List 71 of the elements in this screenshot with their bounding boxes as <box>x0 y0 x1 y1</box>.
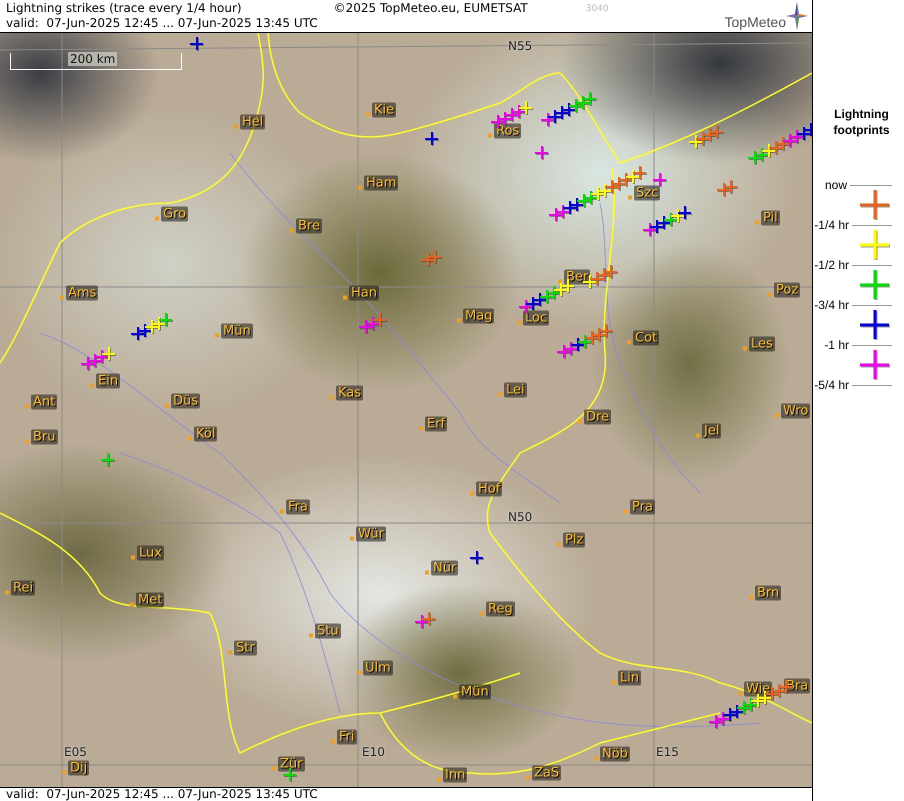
city-label: Bru <box>31 430 58 444</box>
compass-star-icon <box>786 2 808 30</box>
grid-label: E05 <box>64 745 87 759</box>
legend-tick-label: -1/2 hr <box>813 258 849 272</box>
legend-tick-label: now <box>824 178 847 192</box>
city-label: Lux <box>137 546 164 560</box>
city-label: Nür <box>431 560 458 576</box>
logo-text: TopMeteo <box>724 14 786 30</box>
city-label: Wür <box>356 526 386 542</box>
city-label: Hof <box>476 482 502 496</box>
city-label: Pil <box>761 210 780 226</box>
city-label: Dij <box>68 760 90 776</box>
scale-label: 200 km <box>68 52 118 66</box>
grid-label: N55 <box>508 39 532 53</box>
legend-tick-label: -5/4 hr <box>813 378 849 392</box>
city-label: Met <box>136 592 164 608</box>
city-label: Nöb <box>600 746 630 762</box>
city-label: Ant <box>31 394 58 410</box>
city-label: Mag <box>463 308 494 324</box>
city-label: Ber <box>564 270 590 284</box>
city-label: Jel <box>702 424 722 438</box>
city-label: Ulm <box>363 660 393 676</box>
city-label: Poz <box>774 282 800 298</box>
image-code: 3040 <box>586 3 609 16</box>
legend-tick-label: -1/4 hr <box>813 218 849 232</box>
legend-tick-label: -1 hr <box>823 338 849 352</box>
city-label: Wro <box>781 404 810 418</box>
city-label: Brn <box>755 586 782 600</box>
city-label: Lin <box>618 670 642 686</box>
city-label: Str <box>234 640 257 656</box>
city-label: ZaS <box>532 766 562 780</box>
city-label: Ham <box>364 176 398 190</box>
city-label: Loc <box>523 310 550 326</box>
city-label: Bra <box>784 678 810 694</box>
city-label: Kas <box>336 386 364 400</box>
city-label: Rei <box>11 580 36 596</box>
city-label: Erf <box>425 416 448 432</box>
city-label: Szc <box>634 186 660 200</box>
valid-time: valid: 07-Jun-2025 12:45 ... 07-Jun-2025 13:45 UTC <box>0 787 812 801</box>
copyright-text: ©2025 TopMeteo.eu, EUMETSAT <box>334 0 528 17</box>
city-label: Ams <box>66 286 98 300</box>
city-label: Les <box>749 336 775 352</box>
city-label: Han <box>349 286 379 300</box>
city-label: Bre <box>296 218 322 234</box>
legend-title: Lightning footprints <box>832 106 890 138</box>
city-label: Plz <box>563 532 586 548</box>
city-label: Stu <box>315 624 341 638</box>
city-label: Inn <box>443 768 468 782</box>
city-label: Fri <box>337 730 356 744</box>
valid-time: valid: 07-Jun-2025 12:45 ... 07-Jun-2025 13:45 UTC <box>6 16 318 31</box>
city-label: Fra <box>286 500 310 514</box>
map-title: Lightning strikes (trace every 1/4 hour) <box>6 1 243 16</box>
city-label: Dre <box>584 410 612 424</box>
city-label: Wie <box>744 682 772 696</box>
city-label: Mün <box>459 684 491 700</box>
city-label: Reg <box>486 602 515 616</box>
city-label: Düs <box>171 394 200 408</box>
city-label: Kie <box>372 102 396 118</box>
city-label: Lei <box>504 382 527 398</box>
city-label: Gro <box>161 206 188 222</box>
city-label: Ein <box>96 374 120 388</box>
grid-label: E10 <box>362 745 385 759</box>
city-label: Hel <box>240 114 266 130</box>
city-label: Zür <box>278 756 304 772</box>
city-label: Pra <box>630 500 655 514</box>
city-label: Köl <box>194 426 218 442</box>
grid-label: E15 <box>656 745 679 759</box>
city-label: Cot <box>633 330 660 346</box>
legend-tick-label: -3/4 hr <box>813 298 849 312</box>
grid-label: N50 <box>508 510 532 524</box>
city-label: Mün <box>221 324 253 338</box>
